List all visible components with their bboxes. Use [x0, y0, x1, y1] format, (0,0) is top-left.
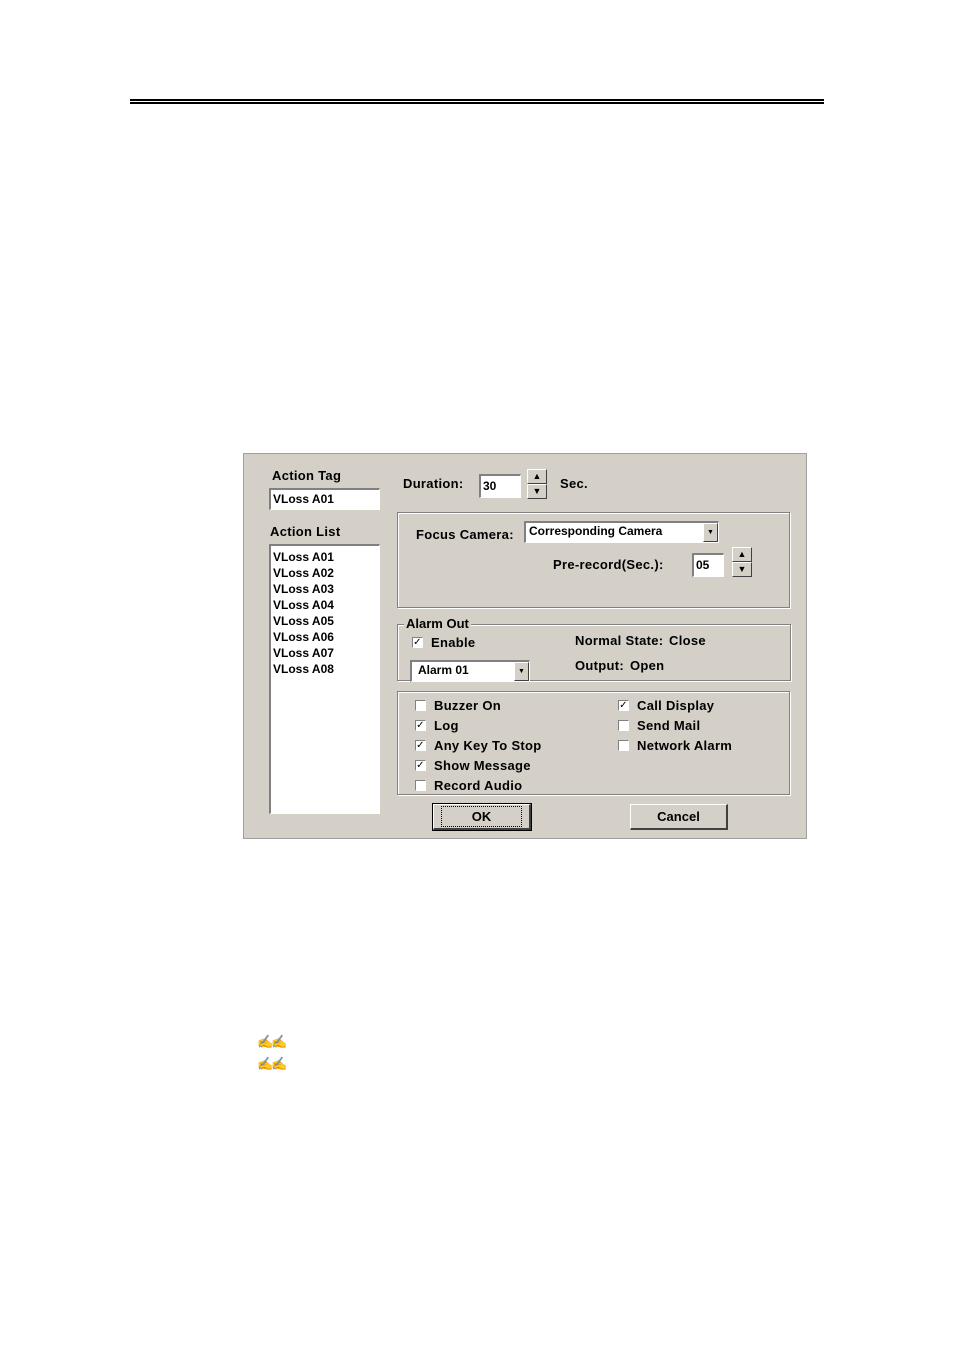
option-checkbox[interactable]: ✓ Show Message: [415, 758, 531, 773]
checkbox-box[interactable]: ✓: [415, 720, 426, 731]
check-icon: ✓: [413, 637, 422, 648]
option-label: Any Key To Stop: [434, 738, 542, 753]
option-label: Call Display: [637, 698, 715, 713]
output-label: Output:: [575, 658, 625, 673]
spin-down-icon[interactable]: ▼: [732, 562, 752, 577]
list-item[interactable]: VLoss A03: [273, 581, 377, 597]
spin-up-icon[interactable]: ▲: [732, 547, 752, 562]
ok-button-label: OK: [440, 806, 523, 827]
prerecord-spinner[interactable]: ▲ ▼: [732, 547, 752, 577]
enable-checkbox[interactable]: ✓ Enable: [412, 635, 475, 650]
action-dialog: Action Tag VLoss A01 Action List VLoss A…: [243, 453, 807, 839]
prerecord-input[interactable]: 05: [692, 553, 724, 577]
spin-down-icon[interactable]: ▼: [527, 484, 547, 499]
list-item[interactable]: VLoss A04: [273, 597, 377, 613]
checkbox-box[interactable]: ✓: [415, 760, 426, 771]
checkbox-box[interactable]: [415, 700, 426, 711]
enable-label: Enable: [431, 635, 476, 650]
action-list[interactable]: VLoss A01 VLoss A02 VLoss A03 VLoss A04 …: [269, 544, 380, 814]
focus-camera-label: Focus Camera:: [416, 527, 514, 542]
list-item[interactable]: VLoss A01: [273, 549, 377, 565]
normal-state-value: Close: [669, 633, 706, 648]
option-checkbox[interactable]: Send Mail: [618, 718, 700, 733]
option-checkbox[interactable]: Buzzer On: [415, 698, 501, 713]
duration-spinner[interactable]: ▲ ▼: [527, 469, 547, 499]
alarm-out-title: Alarm Out: [404, 616, 471, 631]
options-group: Buzzer On ✓ Log ✓ Any Key To Stop ✓ Show Messa…: [397, 691, 790, 795]
checkbox-box[interactable]: [618, 740, 629, 751]
header-rule-bottom: [130, 102, 824, 104]
action-tag-label: Action Tag: [272, 468, 342, 483]
duration-label: Duration:: [403, 476, 464, 491]
duration-input[interactable]: 30: [479, 474, 521, 498]
duration-unit-label: Sec.: [560, 476, 588, 491]
note-pen-icon: ✍✍: [257, 1034, 287, 1049]
option-label: Show Message: [434, 758, 531, 773]
list-item[interactable]: VLoss A07: [273, 645, 377, 661]
action-list-label: Action List: [270, 524, 341, 539]
option-label: Buzzer On: [434, 698, 501, 713]
checkbox-box[interactable]: ✓: [412, 637, 423, 648]
checkbox-box[interactable]: [618, 720, 629, 731]
option-checkbox[interactable]: Network Alarm: [618, 738, 732, 753]
alarm-select-value: Alarm 01: [418, 663, 469, 677]
list-item[interactable]: VLoss A06: [273, 629, 377, 645]
option-checkbox[interactable]: Record Audio: [415, 778, 522, 793]
focus-camera-select[interactable]: Corresponding Camera ▼: [524, 521, 719, 543]
check-icon: ✓: [416, 720, 425, 731]
focus-camera-group: Focus Camera: Corresponding Camera ▼ Pre…: [397, 512, 790, 608]
option-checkbox[interactable]: ✓ Log: [415, 718, 459, 733]
option-label: Send Mail: [637, 718, 701, 733]
prerecord-label: Pre-record(Sec.):: [553, 557, 664, 572]
cancel-button[interactable]: Cancel: [630, 804, 728, 830]
list-item[interactable]: VLoss A02: [273, 565, 377, 581]
spin-up-icon[interactable]: ▲: [527, 469, 547, 484]
list-item[interactable]: VLoss A08: [273, 661, 377, 677]
chevron-down-icon[interactable]: ▼: [514, 662, 529, 681]
option-checkbox[interactable]: ✓ Any Key To Stop: [415, 738, 542, 753]
normal-state-label: Normal State:: [575, 633, 664, 648]
note-pen-icon: ✍✍: [257, 1056, 287, 1071]
output-value: Open: [630, 658, 665, 673]
check-icon: ✓: [416, 760, 425, 771]
checkbox-box[interactable]: ✓: [618, 700, 629, 711]
focus-camera-value: Corresponding Camera: [529, 524, 663, 538]
checkbox-box[interactable]: [415, 780, 426, 791]
ok-button[interactable]: OK: [432, 803, 532, 831]
action-tag-input[interactable]: VLoss A01: [269, 488, 380, 510]
check-icon: ✓: [619, 700, 628, 711]
check-icon: ✓: [416, 740, 425, 751]
cancel-button-label: Cancel: [657, 809, 700, 824]
option-checkbox[interactable]: ✓ Call Display: [618, 698, 714, 713]
option-label: Log: [434, 718, 459, 733]
option-label: Record Audio: [434, 778, 523, 793]
chevron-down-icon[interactable]: ▼: [703, 523, 718, 542]
checkbox-box[interactable]: ✓: [415, 740, 426, 751]
alarm-select[interactable]: Alarm 01 ▼: [410, 660, 530, 682]
list-item[interactable]: VLoss A05: [273, 613, 377, 629]
header-rule-top: [130, 99, 824, 101]
option-label: Network Alarm: [637, 738, 733, 753]
alarm-out-group: Alarm Out ✓ Enable Alarm 01 ▼ Normal Sta…: [397, 616, 791, 682]
